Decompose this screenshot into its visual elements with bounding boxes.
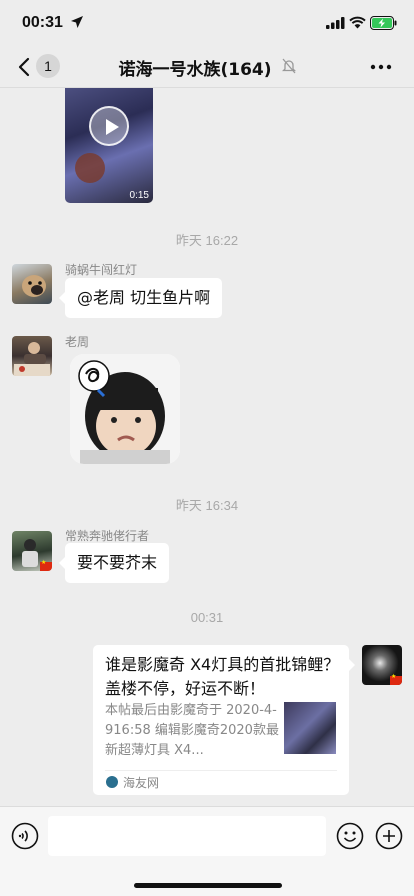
message-list[interactable]: 0:15 昨天 16:22 骑蜗牛闯红灯 @老周 切生鱼片啊 老周 昨天 16:…: [0, 88, 414, 806]
wifi-icon: [349, 16, 366, 29]
video-message[interactable]: 0:15: [65, 88, 153, 203]
sender-name: 常熟奔驰佬行者: [65, 529, 150, 543]
my-avatar[interactable]: [362, 645, 402, 685]
chat-header: 1 诺海一号水族(164): [0, 46, 414, 88]
child-sticker-icon: [70, 354, 180, 464]
link-card-description: 本帖最后由影魔奇于 2020-4-916:58 编辑影魔奇2020款最新超薄灯具…: [105, 703, 279, 758]
battery-charging-icon: [370, 16, 397, 30]
plus-icon[interactable]: [375, 822, 403, 850]
sender-name: 老周: [65, 335, 90, 349]
emoji-icon[interactable]: [336, 822, 364, 850]
china-flag-icon: [390, 673, 402, 685]
divider: [105, 770, 337, 771]
avatar[interactable]: [12, 531, 52, 571]
china-flag-icon: [40, 559, 52, 571]
person-avatar-icon: [14, 342, 50, 376]
status-bar: 00:31: [0, 0, 414, 46]
source-icon: [106, 776, 118, 788]
sticker-message[interactable]: [70, 354, 180, 464]
timestamp: 00:31: [190, 610, 224, 625]
link-card-message[interactable]: 谁是影魔奇 X4灯具的首批锦鲤？盖楼不停，好运不断！ 本帖最后由影魔奇于 202…: [93, 645, 355, 795]
location-arrow-icon: [71, 16, 83, 28]
avatar[interactable]: [12, 336, 52, 376]
more-icon[interactable]: [370, 57, 392, 77]
dog-avatar-icon: [22, 275, 46, 297]
sender-name: 骑蜗牛闯红灯: [65, 263, 138, 277]
status-time: 00:31: [22, 14, 63, 31]
timestamp: 昨天 16:22: [175, 233, 239, 248]
text-message[interactable]: 要不要芥末: [58, 543, 170, 583]
home-indicator: [134, 883, 282, 888]
link-card-thumbnail: [284, 702, 336, 754]
chevron-left-icon[interactable]: [16, 56, 36, 78]
link-card-source: 海友网: [123, 776, 160, 790]
timestamp: 昨天 16:34: [175, 498, 239, 513]
chat-title: 诺海一号水族(164): [118, 60, 272, 80]
link-card-title: 谁是影魔奇 X4灯具的首批锦鲤？盖楼不停，好运不断！: [105, 655, 340, 698]
bell-slash-icon: [282, 58, 296, 74]
video-duration: 0:15: [129, 190, 149, 201]
signal-icon: [326, 17, 345, 29]
unread-count-badge[interactable]: 1: [36, 54, 60, 78]
text-message[interactable]: @老周 切生鱼片啊: [58, 278, 223, 318]
avatar[interactable]: [12, 264, 52, 304]
play-icon[interactable]: [89, 106, 129, 146]
voice-icon[interactable]: [11, 822, 39, 850]
video-thumbnail-detail: [75, 153, 105, 183]
message-input[interactable]: [48, 816, 326, 856]
